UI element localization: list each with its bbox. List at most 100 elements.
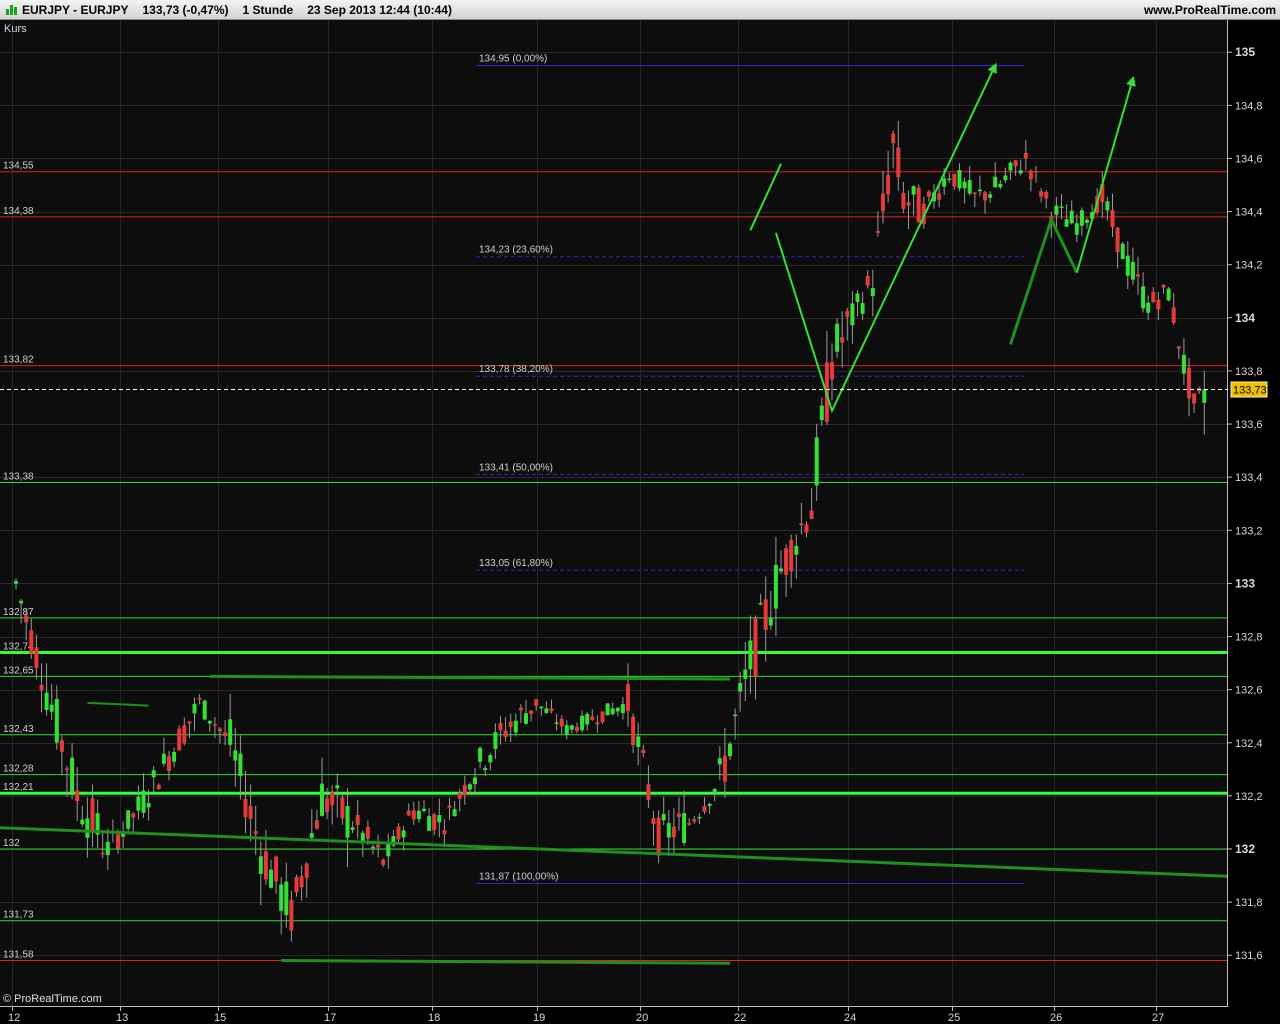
candle-down (702, 806, 707, 812)
instrument-info: EURJPY - EURJPY 133,73 (-0,47%) 1 Stunde 23… (22, 3, 452, 17)
candle-down (641, 749, 646, 753)
candle-up (544, 708, 549, 713)
y-tick-label: 134,8 (1235, 100, 1263, 112)
x-tick-label: 17 (324, 1012, 336, 1024)
level-label: 133,82 (3, 355, 34, 366)
candle-up (279, 884, 284, 911)
instrument-quote: 133,73 (-0,47%) (142, 3, 229, 17)
candle-up (19, 600, 24, 604)
candle-down (799, 523, 804, 526)
candle-down (65, 768, 69, 770)
candle-down (131, 813, 136, 818)
candle-down (167, 756, 171, 772)
candle-up (350, 827, 355, 830)
candle-up (1105, 201, 1110, 211)
candle-down (937, 193, 942, 200)
candle-up (524, 713, 528, 724)
level-label: 131,73 (3, 910, 34, 921)
candle-down (1028, 170, 1033, 180)
candle-down (197, 697, 202, 700)
y-axis-panel[interactable] (1227, 20, 1280, 1024)
candle-down (34, 647, 39, 668)
candle-up (1069, 210, 1074, 224)
candle-down (875, 231, 880, 233)
candle-down (248, 805, 253, 820)
chart-title-bar: EURJPY - EURJPY 133,73 (-0,47%) 1 Stunde 23… (0, 0, 1280, 20)
candle-up (1120, 243, 1125, 260)
candle-down (575, 726, 579, 732)
candle-up (70, 757, 75, 793)
brand-link[interactable]: www.ProRealTime.com (1144, 3, 1276, 17)
y-tick-label: 134,4 (1235, 207, 1263, 219)
candle-up (605, 703, 610, 716)
candle-up (172, 752, 177, 762)
y-tick-label: 131,6 (1235, 950, 1263, 962)
level-label: 133,38 (3, 471, 34, 482)
y-tick-label: 135 (1235, 45, 1255, 59)
candle-down (447, 805, 452, 808)
candle-down (1187, 367, 1191, 399)
candle-up (1008, 162, 1013, 171)
candle-down (442, 830, 447, 835)
candle-down (508, 721, 513, 728)
candle-up (54, 699, 59, 743)
candle-down (845, 310, 850, 317)
candle-up (610, 708, 615, 715)
x-tick-label: 25 (948, 1012, 960, 1024)
candle-up (977, 189, 982, 192)
candle-down (462, 784, 467, 796)
candle-down (763, 599, 768, 630)
candle-up (1085, 219, 1089, 223)
candle-up (488, 755, 493, 763)
candle-down (212, 724, 217, 726)
candle-down (646, 784, 651, 800)
candle-up (335, 785, 340, 789)
level-label: 132 (3, 838, 20, 849)
candle-down (1034, 170, 1038, 173)
level-label: 132,87 (3, 607, 34, 618)
fib-level-label: 134,23 (23,60%) (479, 245, 553, 256)
x-tick-label: 15 (214, 1012, 226, 1024)
candle-down (253, 831, 258, 835)
candle-up (1074, 223, 1079, 235)
y-tick-label: 133,8 (1235, 366, 1263, 378)
instrument-symbol: EURJPY - EURJPY (22, 3, 129, 17)
candle-up (835, 323, 840, 352)
candle-up (850, 303, 855, 326)
candle-down (376, 844, 381, 848)
candle-up (661, 814, 666, 821)
candle-up (146, 803, 151, 808)
candle-up (682, 813, 687, 843)
candle-up (269, 869, 273, 888)
candle-up (284, 881, 289, 916)
x-tick-label: 22 (734, 1012, 746, 1024)
candle-down (406, 810, 411, 816)
x-tick-label: 20 (636, 1012, 648, 1024)
y-tick-label: 134 (1235, 311, 1255, 325)
fib-level-label: 131,87 (100,00%) (479, 872, 559, 883)
candle-down (432, 814, 437, 831)
candle-down (381, 859, 386, 865)
candle-down (631, 716, 636, 746)
y-tick-label: 132,2 (1235, 791, 1263, 803)
candle-down (263, 851, 268, 880)
candle-down (294, 877, 299, 893)
candle-down (299, 876, 304, 888)
candle-down (457, 792, 462, 799)
x-tick-label: 24 (844, 1012, 856, 1024)
x-tick-label: 13 (116, 1012, 128, 1024)
candle-up (814, 437, 819, 486)
candle-down (656, 817, 661, 856)
candle-up (422, 808, 426, 811)
candle-up (141, 790, 146, 813)
candle-up (192, 703, 197, 714)
plot-area (0, 20, 1228, 1006)
candle-up (748, 640, 753, 670)
candle-down (916, 187, 921, 223)
candle-up (85, 818, 90, 838)
candle-up (1018, 170, 1023, 174)
level-label: 132,21 (3, 782, 34, 793)
candle-down (529, 710, 534, 714)
price-chart[interactable]: 134,55134,38133,82133,38132,87132,74132,… (0, 20, 1280, 1024)
candle-up (539, 706, 544, 709)
